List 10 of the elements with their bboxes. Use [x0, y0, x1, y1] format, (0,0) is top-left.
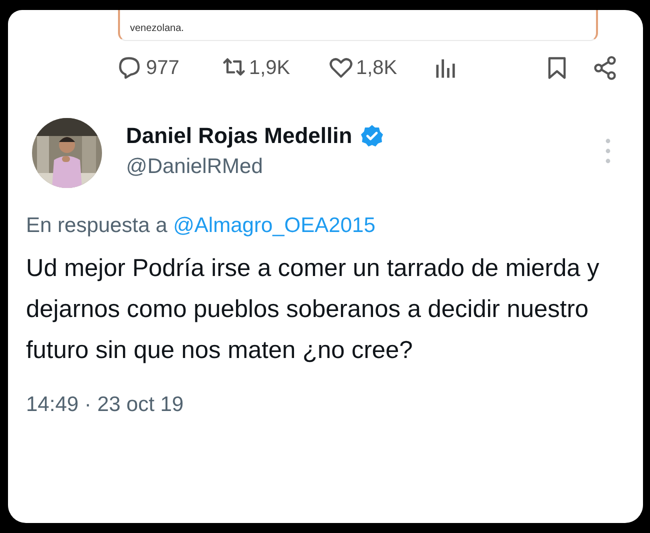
quoted-text: venezolana. [130, 23, 184, 34]
action-count: 1,8K [356, 56, 398, 80]
action-count: 1,9K [249, 56, 290, 80]
action-count: 977 [146, 56, 180, 80]
reply-to-label: En respuesta a [26, 214, 168, 237]
tweet-text: Ud mejor Podría irse a comer un tarrado de mierda y dejarnos como pueblos soberanos a decidir nuestro futuro sin que nos maten ¿no cree? [26, 254, 600, 366]
author-name[interactable]: Daniel Rojas Medellin [126, 123, 352, 149]
timestamp[interactable]: 14:49 · 23 oct 19 [26, 393, 625, 417]
author-handle[interactable]: @DanielRMed [126, 155, 384, 179]
share-icon[interactable] [592, 55, 618, 81]
